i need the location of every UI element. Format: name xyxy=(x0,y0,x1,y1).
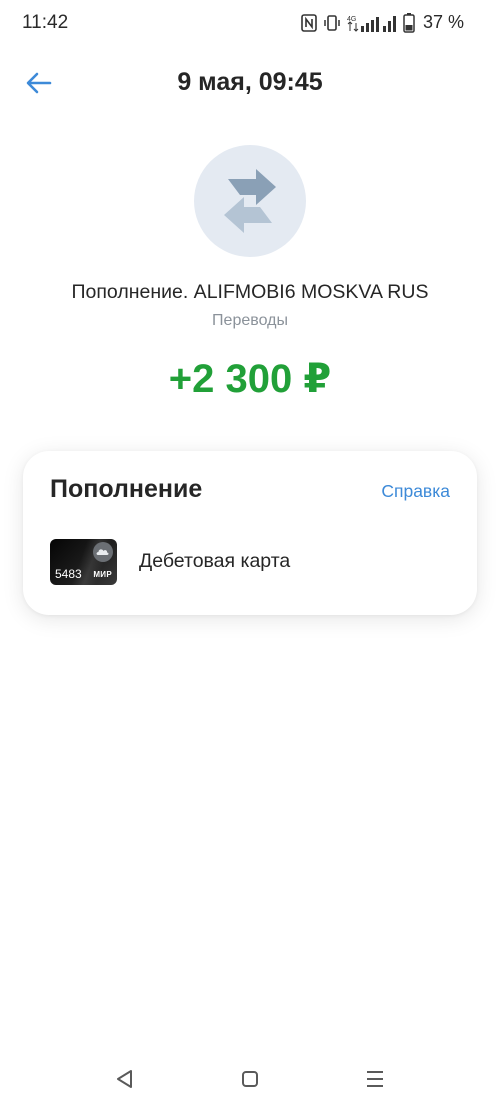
help-link[interactable]: Справка xyxy=(381,481,450,502)
vibrate-icon xyxy=(323,14,341,32)
nav-back-button[interactable] xyxy=(112,1066,138,1092)
status-bar: 11:42 4G 37 % xyxy=(0,0,500,46)
page-title: 9 мая, 09:45 xyxy=(177,68,323,96)
nav-home-button[interactable] xyxy=(237,1066,263,1092)
account-name: Дебетовая карта xyxy=(139,550,291,572)
nav-menu-button[interactable] xyxy=(362,1066,388,1092)
status-icons: 4G 37 % xyxy=(301,12,464,33)
operation-amount: +2 300 ₽ xyxy=(168,357,332,401)
payment-system-logo: МИР xyxy=(93,570,112,579)
menu-lines-icon xyxy=(367,1071,383,1087)
details-heading: Пополнение xyxy=(50,475,203,503)
details-card: Пополнение Справка 5483 МИР Дебетовая ка… xyxy=(23,451,477,615)
header: 9 мая, 09:45 xyxy=(0,58,500,108)
card-thumbnail: 5483 МИР xyxy=(50,539,117,585)
system-nav-bar xyxy=(0,1054,500,1104)
network-label: 4G xyxy=(347,16,356,23)
operation-category: Переводы xyxy=(212,312,288,329)
operation-title: Пополнение. ALIFMOBI6 MOSKVA RUS xyxy=(71,281,429,303)
transfer-arrows-icon xyxy=(194,145,306,257)
card-last-digits: 5483 xyxy=(55,567,82,581)
battery-icon xyxy=(403,12,415,33)
account-row[interactable]: 5483 МИР Дебетовая карта xyxy=(50,539,450,585)
nfc-icon xyxy=(301,13,317,32)
square-home-icon xyxy=(242,1071,258,1087)
screen: 11:42 4G 37 % 9 мая, 09:45 Пополнение. A… xyxy=(0,0,500,1112)
triangle-back-icon xyxy=(117,1070,132,1088)
battery-percent: 37 % xyxy=(422,12,464,32)
cloud-icon xyxy=(93,542,113,562)
signal-icon: 4G xyxy=(347,14,397,32)
status-time: 11:42 xyxy=(22,12,69,33)
